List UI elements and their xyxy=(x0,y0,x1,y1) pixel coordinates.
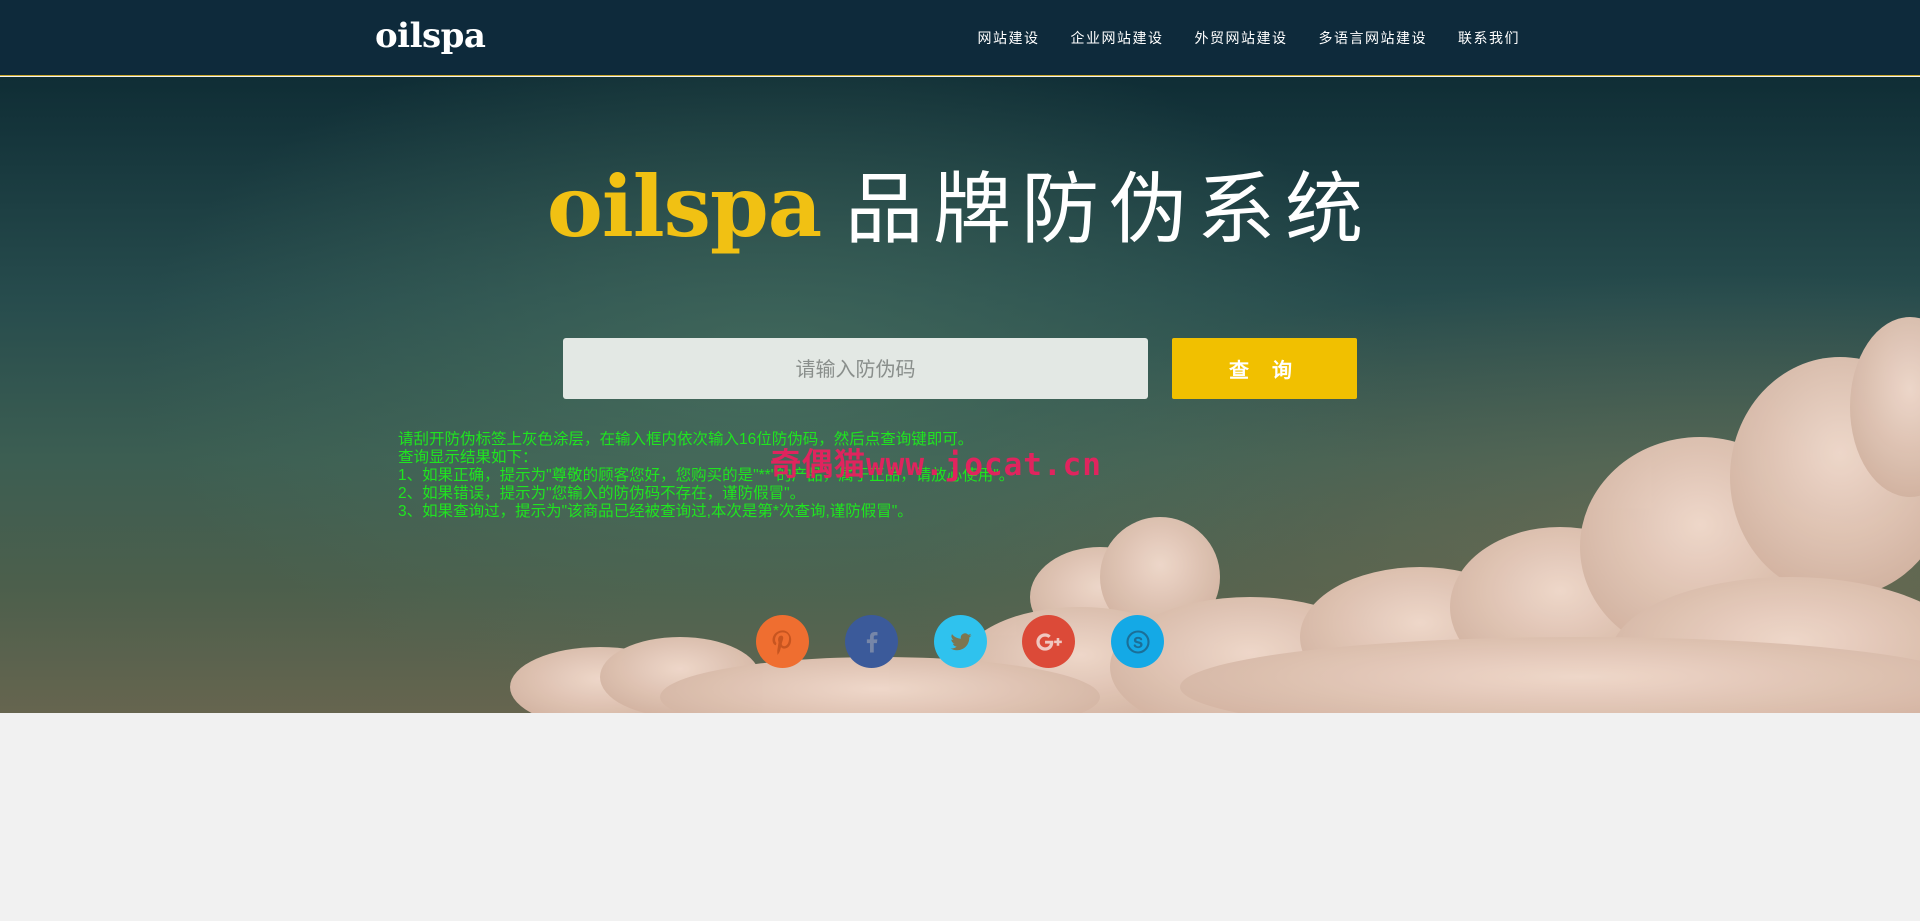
query-button[interactable]: 查 询 xyxy=(1172,338,1357,399)
anti-counterfeit-code-input[interactable] xyxy=(563,338,1148,399)
hero-title: oilspa 品牌防伪系统 xyxy=(0,147,1920,259)
logo[interactable]: oilspa xyxy=(375,16,486,56)
google-plus-icon xyxy=(1035,632,1062,651)
pinterest-button[interactable] xyxy=(756,615,809,668)
nav-item-foreign-trade-website[interactable]: 外贸网站建设 xyxy=(1195,28,1288,48)
hero-brand: oilspa xyxy=(546,157,822,256)
pinterest-icon xyxy=(772,629,791,655)
skype-button[interactable] xyxy=(1111,615,1164,668)
instruction-line: 2、如果错误，提示为"您输入的防伪码不存在，谨防假冒"。 xyxy=(398,485,806,502)
facebook-button[interactable] xyxy=(845,615,898,668)
twitter-button[interactable] xyxy=(934,615,987,668)
facebook-icon xyxy=(866,631,877,652)
main-nav: 网站建设 企业网站建设 外贸网站建设 多语言网站建设 联系我们 xyxy=(947,0,1521,76)
nav-item-website-building[interactable]: 网站建设 xyxy=(978,28,1040,48)
nav-item-contact-us[interactable]: 联系我们 xyxy=(1458,28,1520,48)
header: oilspa 网站建设 企业网站建设 外贸网站建设 多语言网站建设 联系我们 xyxy=(0,0,1920,76)
instruction-line: 3、如果查询过，提示为"该商品已经被查询过,本次是第*次查询,谨防假冒"。 xyxy=(398,503,913,520)
twitter-icon xyxy=(950,632,971,650)
google-plus-button[interactable] xyxy=(1022,615,1075,668)
nav-item-multilingual-website[interactable]: 多语言网站建设 xyxy=(1319,28,1428,48)
hero-section: oilspa品牌防伪系统 查 询 请刮开防伪标签上灰色涂层，在输入框内依次输入1… xyxy=(0,77,1920,713)
hero-title-text: 品牌防伪系统 xyxy=(845,165,1374,255)
skype-icon xyxy=(1125,629,1150,654)
watermark: 奇偶猫www.jocat.cn xyxy=(770,447,1102,483)
nav-item-enterprise-website[interactable]: 企业网站建设 xyxy=(1071,28,1164,48)
